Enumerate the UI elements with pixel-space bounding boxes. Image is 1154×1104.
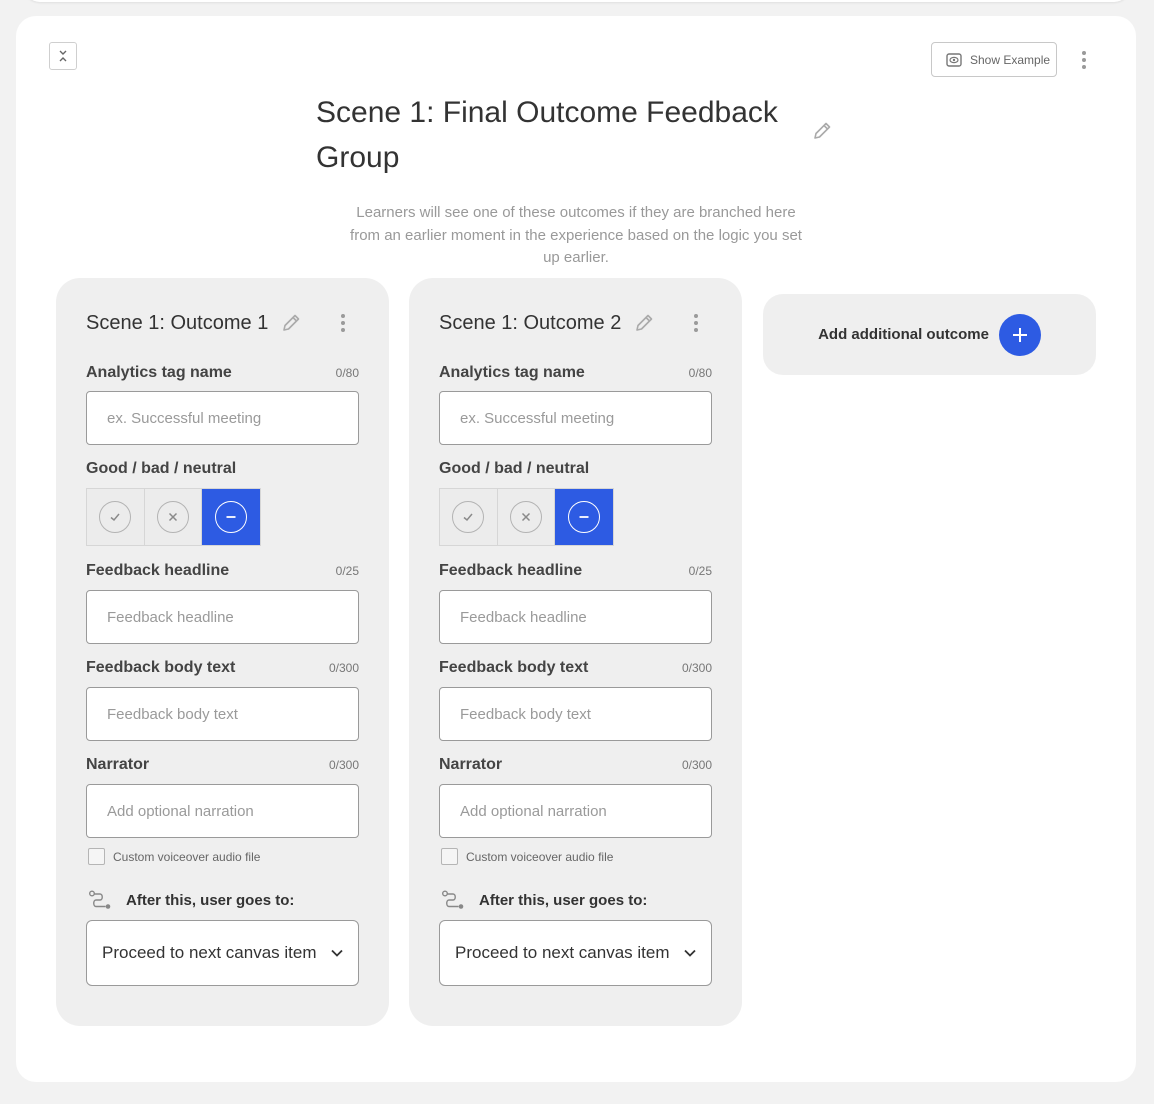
outcome-card: Scene 1: Outcome 1 Analytics tag name 0/… [56,278,389,1026]
bad-button[interactable] [498,489,556,545]
feedback-body-input[interactable] [86,687,359,741]
voiceover-label: Custom voiceover audio file [113,849,261,864]
analytics-tag-input[interactable] [439,391,712,445]
goes-to-label: After this, user goes to: [126,891,295,909]
pencil-icon [283,314,300,331]
x-icon [168,512,178,522]
feedback-headline-count: 0/25 [335,564,359,578]
narrator-input[interactable] [439,784,712,838]
outcome-title: Scene 1: Outcome 1 [86,311,269,334]
collapse-icon [59,50,67,62]
previous-panel-edge [24,0,1130,2]
bad-button[interactable] [145,489,203,545]
edit-outcome-title-button[interactable] [280,312,302,334]
feedback-body-count: 0/300 [328,661,359,675]
sentiment-label: Good / bad / neutral [86,460,237,477]
voiceover-checkbox[interactable] [88,848,105,865]
show-example-label: Show Example [970,52,1051,67]
sentiment-label: Good / bad / neutral [439,460,590,477]
pencil-icon [814,122,831,139]
sentiment-selector [86,488,261,546]
more-vertical-icon[interactable] [335,310,351,336]
check-icon [110,513,120,522]
narrator-count: 0/300 [328,758,359,772]
goes-to-select[interactable]: Proceed to next canvas item [86,920,359,986]
narrator-input[interactable] [86,784,359,838]
analytics-tag-label: Analytics tag name [439,364,585,381]
feedback-headline-label: Feedback headline [439,562,583,579]
chevron-down-icon [331,949,343,957]
add-outcome-button[interactable] [998,313,1041,356]
analytics-tag-count: 0/80 [335,366,359,380]
feedback-headline-count: 0/25 [688,564,712,578]
show-example-button[interactable]: Show Example [931,42,1057,77]
goes-to-row: After this, user goes to: [441,890,647,910]
route-icon [89,890,111,909]
neutral-button[interactable] [555,489,613,545]
narrator-count: 0/300 [681,758,712,772]
collapse-button[interactable] [49,42,77,70]
goes-to-value: Proceed to next canvas item [455,943,670,962]
analytics-tag-count: 0/80 [688,366,712,380]
route-icon [442,890,464,909]
feedback-body-input[interactable] [439,687,712,741]
feedback-body-label: Feedback body text [439,659,589,676]
feedback-headline-input[interactable] [86,590,359,644]
neutral-button[interactable] [202,489,260,545]
feedback-headline-input[interactable] [439,590,712,644]
voiceover-checkbox[interactable] [441,848,458,865]
edit-outcome-title-button[interactable] [633,312,655,334]
sentiment-selector [439,488,614,546]
add-outcome-label: Add additional outcome [818,326,989,343]
goes-to-row: After this, user goes to: [88,890,294,910]
eye-icon [946,52,962,67]
pencil-icon [636,314,653,331]
feedback-body-count: 0/300 [681,661,712,675]
good-button[interactable] [440,489,498,545]
page-description: Learners will see one of these outcomes … [350,204,802,266]
plus-icon [1012,327,1027,342]
goes-to-label: After this, user goes to: [479,891,648,909]
page-title: Scene 1: Final Outcome Feedback Group [316,96,778,174]
voiceover-option: Custom voiceover audio file [441,848,613,865]
more-vertical-icon[interactable] [1074,46,1094,74]
outcome-card: Scene 1: Outcome 2 Analytics tag name 0/… [409,278,742,1026]
good-button[interactable] [87,489,145,545]
voiceover-option: Custom voiceover audio file [88,848,260,865]
add-outcome-card[interactable]: Add additional outcome [763,294,1096,375]
x-icon [521,512,531,522]
check-icon [463,513,473,522]
voiceover-label: Custom voiceover audio file [466,849,614,864]
feedback-body-label: Feedback body text [86,659,236,676]
goes-to-select[interactable]: Proceed to next canvas item [439,920,712,986]
outcome-title: Scene 1: Outcome 2 [439,311,622,334]
narrator-label: Narrator [86,756,150,773]
feedback-headline-label: Feedback headline [86,562,230,579]
minus-icon [579,516,589,518]
more-vertical-icon[interactable] [688,310,704,336]
chevron-down-icon [684,949,696,957]
edit-title-button[interactable] [811,120,833,147]
analytics-tag-label: Analytics tag name [86,364,232,381]
analytics-tag-input[interactable] [86,391,359,445]
narrator-label: Narrator [439,756,503,773]
minus-icon [226,516,236,518]
goes-to-value: Proceed to next canvas item [102,943,317,962]
